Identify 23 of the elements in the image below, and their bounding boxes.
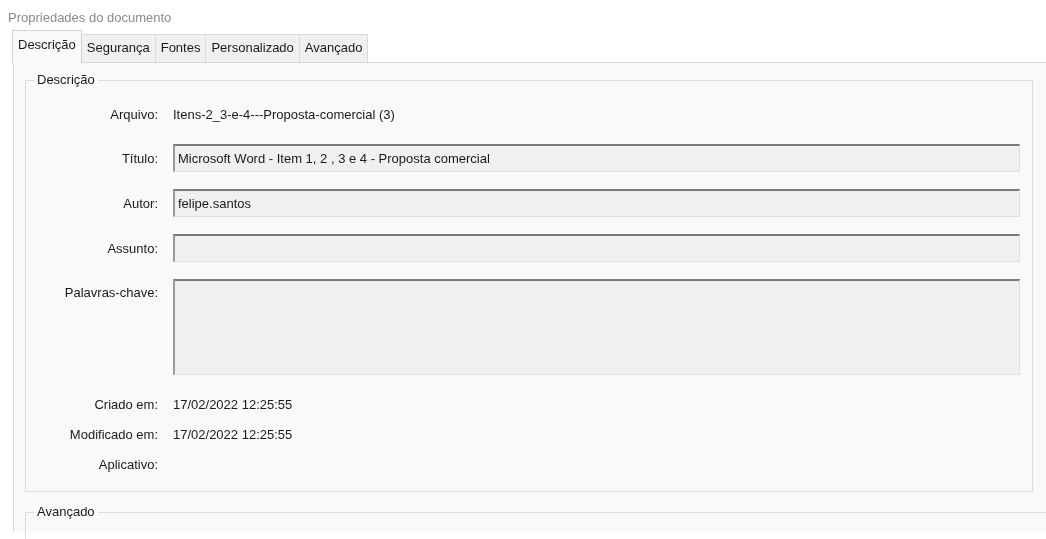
input-field[interactable]: Microsoft Word - Item 1, 2 , 3 e 4 - Proposta comercial	[173, 144, 1020, 172]
window-title: Propriedades do documento	[7, 9, 173, 27]
field-label: Criado em:	[93, 396, 158, 412]
field-value: 17/02/2022 12:25:55	[173, 426, 293, 442]
field-label: Autor:	[122, 195, 158, 211]
field-value: Itens-2_3-e-4---Proposta-comercial (3)	[173, 106, 395, 122]
field-label: Título:	[120, 150, 158, 166]
field-label: Palavras-chave:	[63, 284, 158, 300]
tab[interactable]: Descrição	[12, 30, 82, 63]
field-label: Modificado em:	[68, 426, 158, 442]
tab[interactable]: Segurança	[80, 34, 156, 62]
field-label: Arquivo:	[109, 106, 158, 122]
field-label: Aplicativo:	[97, 456, 158, 472]
keywords-field[interactable]	[173, 279, 1020, 375]
tab[interactable]: Personalizado	[205, 34, 300, 62]
group-title: Avançado	[34, 504, 98, 520]
group-title: Descrição	[34, 72, 98, 88]
tab[interactable]: Fontes	[154, 34, 207, 62]
field-label: Assunto:	[106, 240, 158, 256]
field-value: 17/02/2022 12:25:55	[173, 396, 293, 412]
tab[interactable]: Avançado	[298, 34, 369, 62]
input-field[interactable]	[173, 234, 1020, 262]
input-field[interactable]: felipe.santos	[173, 189, 1020, 217]
